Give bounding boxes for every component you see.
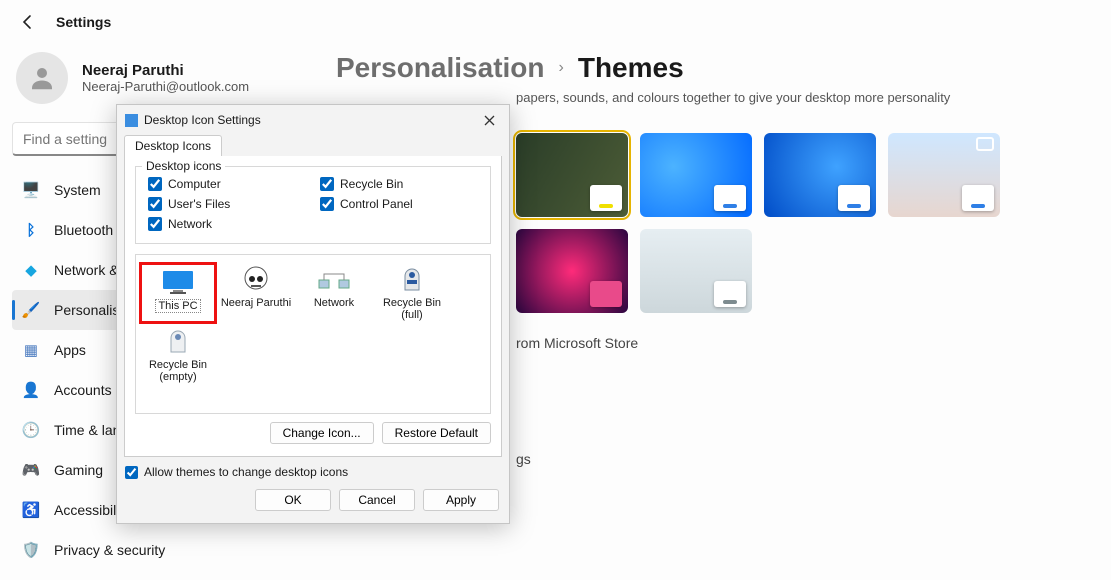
- sidebar-item-label: Privacy & security: [54, 542, 165, 558]
- icon-recycle-full[interactable]: Recycle Bin (full): [376, 265, 448, 321]
- monitor-icon: [161, 269, 195, 295]
- themes-subtitle: papers, sounds, and colours together to …: [516, 90, 1087, 105]
- theme-thumb[interactable]: [888, 133, 1000, 217]
- tab-desktop-icons[interactable]: Desktop Icons: [124, 135, 222, 156]
- store-link-text[interactable]: rom Microsoft Store: [516, 335, 1087, 351]
- user-email: Neeraj-Paruthi@outlook.com: [82, 79, 249, 94]
- checkbox-input[interactable]: [320, 197, 334, 211]
- checkbox-recycle-bin[interactable]: Recycle Bin: [320, 177, 478, 191]
- checkbox-input[interactable]: [125, 466, 138, 479]
- avatar: [16, 52, 68, 104]
- r2d2-icon: [401, 266, 423, 294]
- breadcrumb-leaf: Themes: [578, 52, 684, 84]
- camera-icon: [976, 137, 994, 151]
- chevron-right-icon: ›: [559, 59, 564, 77]
- user-name: Neeraj Paruthi: [82, 62, 249, 79]
- group-title: Desktop icons: [142, 159, 225, 173]
- apply-button[interactable]: Apply: [423, 489, 499, 511]
- shield-icon: 🛡️: [22, 541, 40, 559]
- ok-button[interactable]: OK: [255, 489, 331, 511]
- bluetooth-icon: ᛒ: [22, 221, 40, 239]
- icon-preview-box: This PC Neeraj Paruthi Network Recycle B…: [135, 254, 491, 414]
- icon-this-pc[interactable]: This PC: [142, 265, 214, 321]
- checkbox-network[interactable]: Network: [148, 217, 306, 231]
- checkbox-input[interactable]: [320, 177, 334, 191]
- theme-thumb[interactable]: [764, 133, 876, 217]
- checkbox-users-files[interactable]: User's Files: [148, 197, 306, 211]
- accessibility-icon: ♿: [22, 501, 40, 519]
- checkbox-input[interactable]: [148, 197, 162, 211]
- sidebar-item-label: Accounts: [54, 382, 112, 398]
- icon-user-files[interactable]: Neeraj Paruthi: [220, 265, 292, 321]
- desktop-icon-settings-dialog: Desktop Icon Settings Desktop Icons Desk…: [116, 104, 510, 524]
- theme-thumb[interactable]: [516, 133, 628, 217]
- app-title: Settings: [56, 14, 111, 30]
- change-icon-button[interactable]: Change Icon...: [270, 422, 374, 444]
- breadcrumb: Personalisation › Themes: [336, 52, 1087, 84]
- clock-icon: 🕒: [22, 421, 40, 439]
- sidebar-item-privacy[interactable]: 🛡️ Privacy & security: [12, 530, 318, 570]
- restore-default-button[interactable]: Restore Default: [382, 422, 491, 444]
- accounts-icon: 👤: [22, 381, 40, 399]
- theme-thumb[interactable]: [640, 229, 752, 313]
- system-icon: 🖥️: [22, 181, 40, 199]
- checkbox-input[interactable]: [148, 217, 162, 231]
- icon-network[interactable]: Network: [298, 265, 370, 321]
- apps-icon: ▦: [22, 341, 40, 359]
- breadcrumb-root[interactable]: Personalisation: [336, 52, 545, 84]
- gaming-icon: 🎮: [22, 461, 40, 479]
- trooper-icon: [241, 265, 271, 295]
- close-button[interactable]: [477, 108, 501, 132]
- dialog-title: Desktop Icon Settings: [144, 113, 261, 127]
- network-devices-icon: [317, 268, 351, 292]
- theme-thumb[interactable]: [516, 229, 628, 313]
- theme-thumb[interactable]: [640, 133, 752, 217]
- sidebar-item-label: Apps: [54, 342, 86, 358]
- sidebar-item-label: Gaming: [54, 462, 103, 478]
- network-icon: ◆: [22, 261, 40, 279]
- allow-themes-checkbox[interactable]: Allow themes to change desktop icons: [125, 465, 509, 479]
- sidebar-item-label: System: [54, 182, 101, 198]
- r2d2-icon: [167, 328, 189, 356]
- icon-recycle-empty[interactable]: Recycle Bin (empty): [142, 327, 214, 383]
- checkbox-computer[interactable]: Computer: [148, 177, 306, 191]
- back-button[interactable]: [18, 12, 38, 32]
- related-partial: gs: [516, 451, 1087, 467]
- cancel-button[interactable]: Cancel: [339, 489, 415, 511]
- checkbox-control-panel[interactable]: Control Panel: [320, 197, 478, 211]
- brush-icon: 🖌️: [22, 301, 40, 319]
- checkbox-input[interactable]: [148, 177, 162, 191]
- dialog-icon: [125, 114, 138, 127]
